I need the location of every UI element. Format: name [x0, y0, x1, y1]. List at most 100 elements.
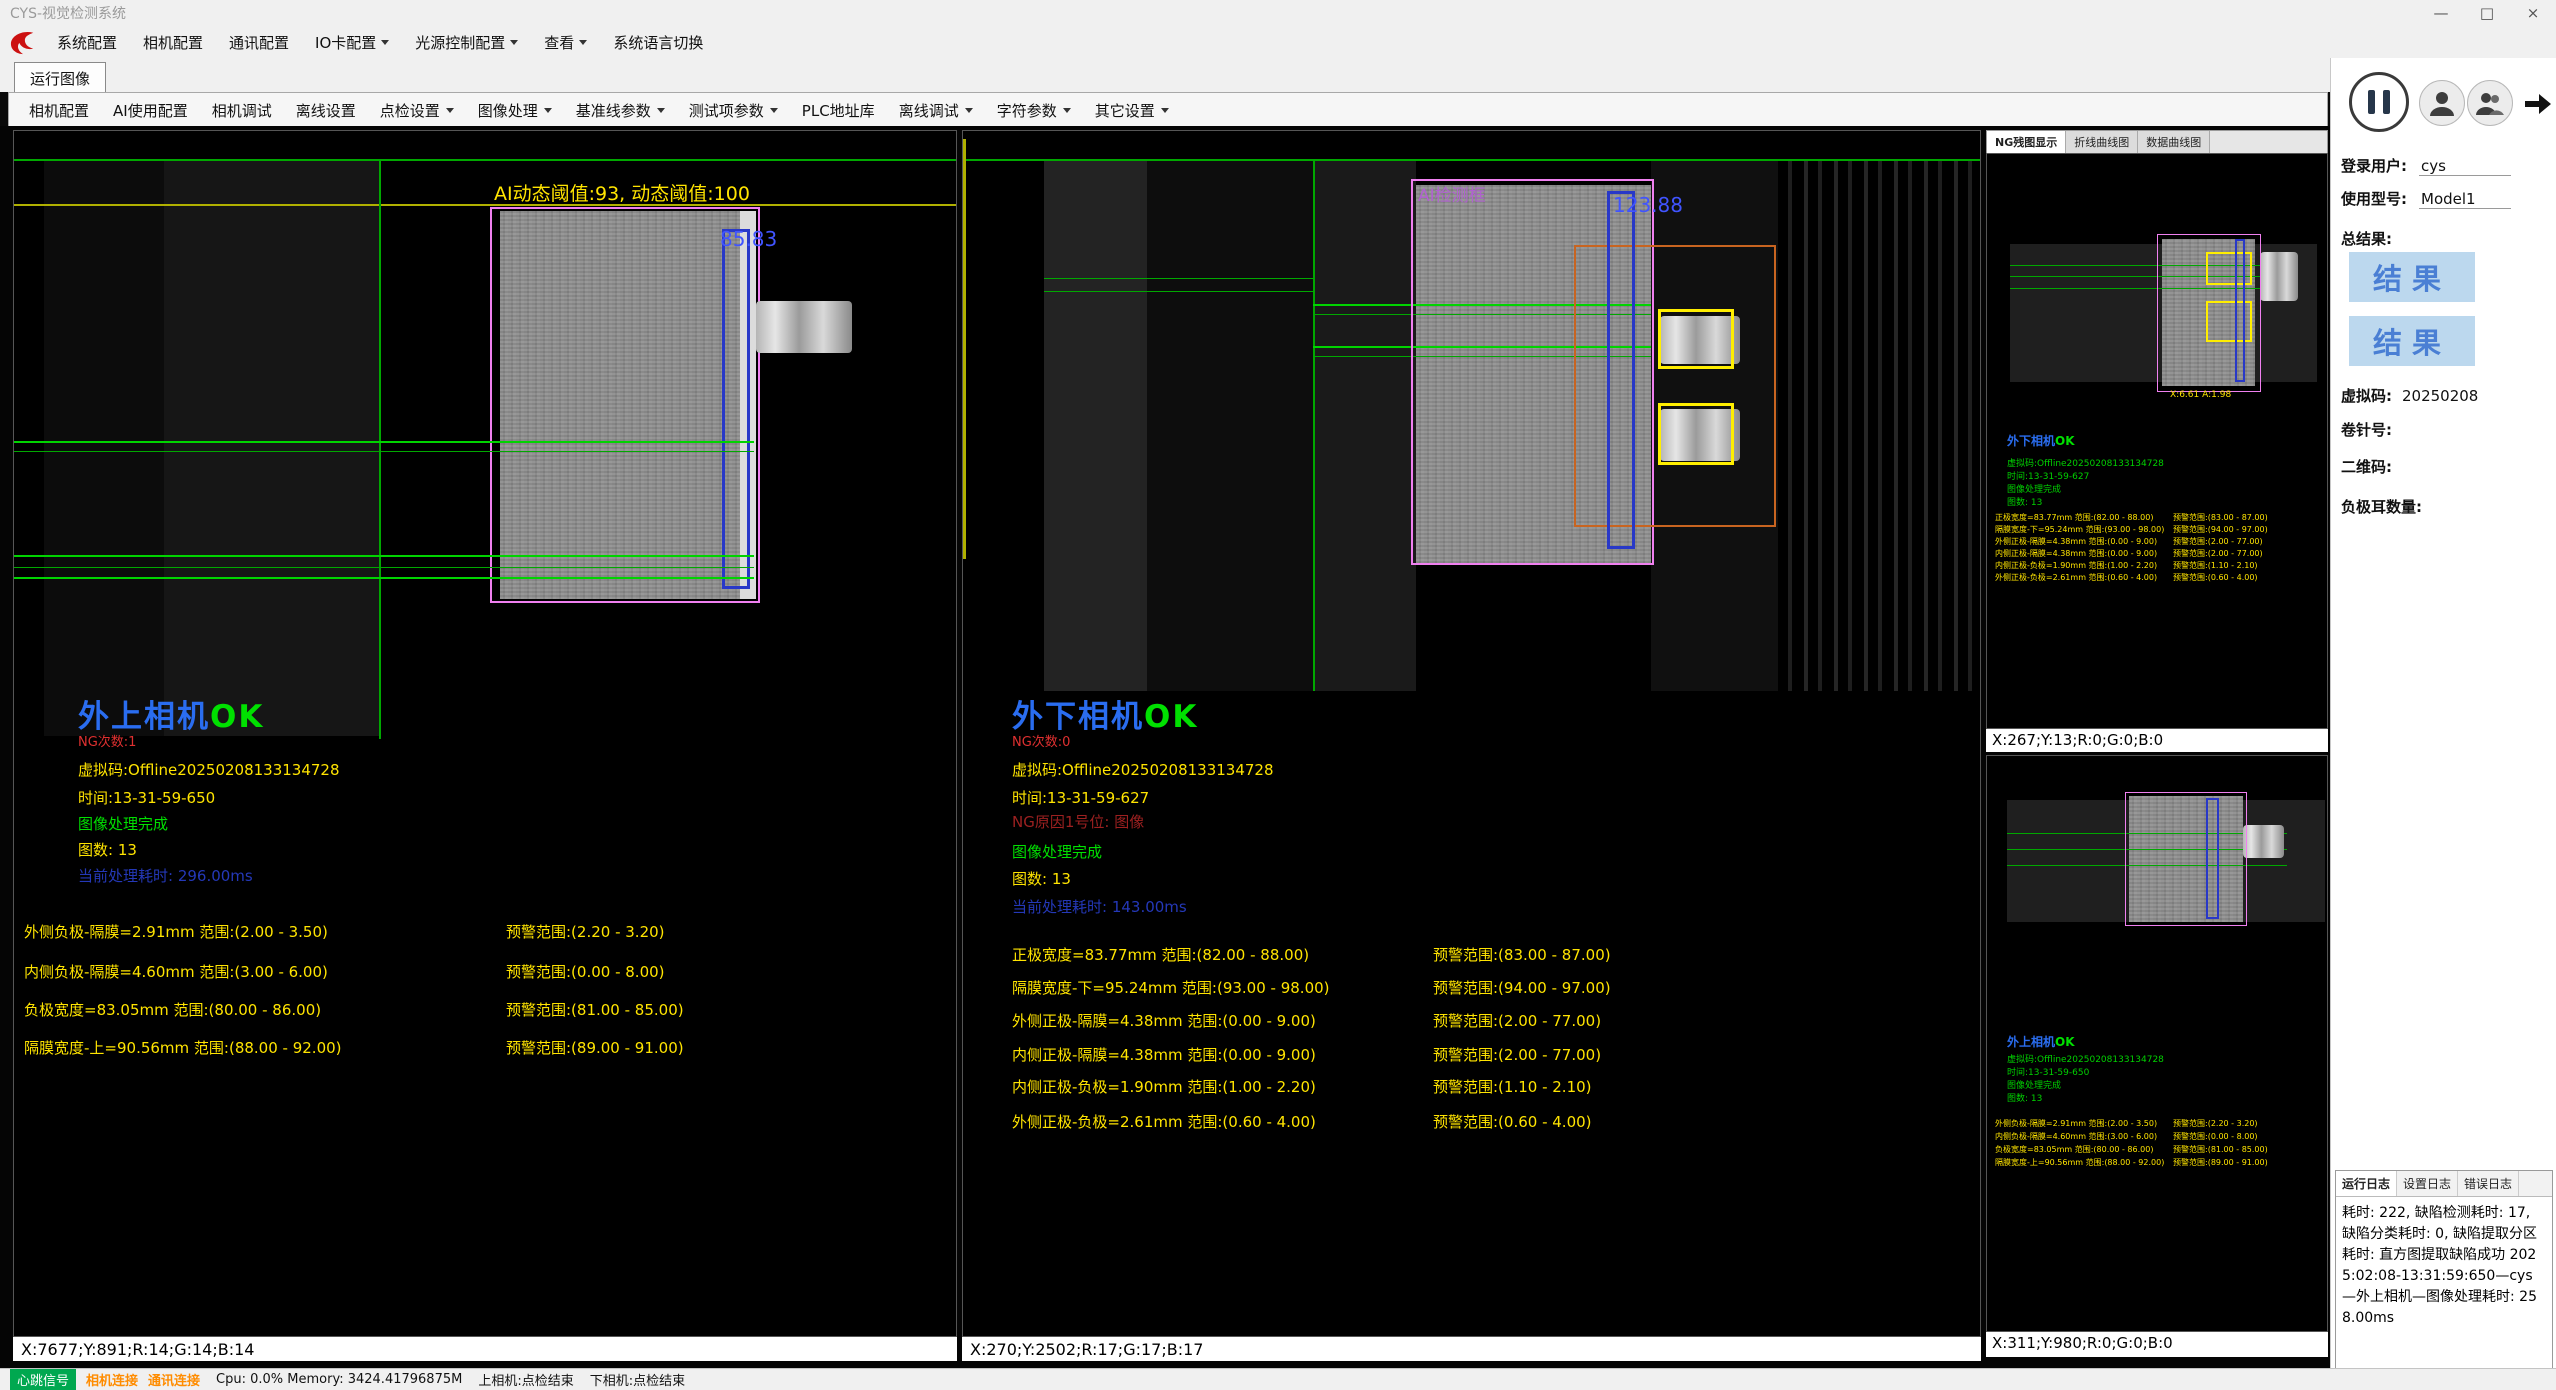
frame-count-label: 图数: 13	[1012, 868, 1071, 889]
tab-run-image[interactable]: 运行图像	[14, 62, 106, 95]
result-panel: 登录用户:cys 使用型号:Model1 总结果: 结果 结果 虚拟码:2025…	[2330, 58, 2556, 1368]
measurement-warning: 预警范围:(0.00 - 8.00)	[506, 961, 665, 982]
tool-plc-address-lib[interactable]: PLC地址库	[790, 100, 887, 121]
dropdown-caret-icon	[381, 40, 389, 45]
camera-name: 外上相机	[78, 699, 210, 735]
close-button[interactable]: ×	[2510, 0, 2556, 26]
thumb-measure-row: 内侧正极-隔膜=4.38mm 范围:(0.00 - 9.00)预警范围:(2.0…	[1987, 548, 2327, 559]
thumb-measure-row: 负极宽度=83.05mm 范围:(80.00 - 86.00)预警范围:(81.…	[1987, 1144, 2327, 1155]
login-user-value: cys	[2419, 157, 2511, 176]
measurement-warning: 预警范围:(94.00 - 97.00)	[2173, 524, 2268, 535]
tool-camera-config[interactable]: 相机配置	[17, 100, 101, 121]
virtual-code-label: 虚拟码:	[2341, 387, 2392, 405]
menu-item-view[interactable]: 查看	[531, 26, 600, 58]
tool-offline-settings[interactable]: 离线设置	[284, 100, 368, 121]
measurement-value: 负极宽度=83.05mm 范围:(80.00 - 86.00)	[1995, 1144, 2153, 1155]
measurement-warning: 预警范围:(1.10 - 2.10)	[2173, 560, 2258, 571]
green-measure-hline	[14, 555, 754, 557]
model-label: 使用型号:	[2341, 190, 2407, 208]
tool-image-processing[interactable]: 图像处理	[466, 100, 564, 121]
thumb-info-line: 图数: 13	[2007, 1091, 2042, 1104]
camera-view-lower[interactable]: AI检测框 123.88 外下相机OK NG次数:0 虚拟码:Offline20…	[962, 130, 1981, 1337]
next-arrow-icon[interactable]	[2523, 90, 2553, 118]
ng-thumbnail-lower[interactable]: X:6.61 A:1.98 外下相机OK 虚拟码:Offline20250208…	[1986, 153, 2328, 729]
thumb-measure-row: 内侧负极-隔膜=4.60mm 范围:(3.00 - 6.00)预警范围:(0.0…	[1987, 1131, 2327, 1142]
green-measure-hline	[14, 577, 754, 579]
tool-label: 图像处理	[478, 100, 538, 121]
tab-ng-image-display[interactable]: NG残图显示	[1987, 131, 2066, 153]
tab-count-row: 负极耳数量:	[2341, 496, 2422, 517]
menu-item-system-config[interactable]: 系统配置	[44, 26, 130, 58]
tab-settings-log[interactable]: 设置日志	[2397, 1171, 2458, 1196]
green-measure-hline	[1044, 291, 1313, 292]
camera-result: OK	[2055, 434, 2075, 448]
camera-view-upper[interactable]: AI动态阈值:93, 动态阈值:100 85.83 外上相机OK NG次数:1 …	[13, 130, 957, 1337]
image-striped-band	[1778, 161, 1981, 691]
dropdown-caret-icon	[1161, 108, 1169, 113]
menu-item-light-control-config[interactable]: 光源控制配置	[402, 26, 531, 58]
ai-detect-box-label: AI检测框	[1418, 181, 1486, 206]
camera-lower-cursor-status: X:270;Y:2502;R:17;G:17;B:17	[962, 1337, 1981, 1361]
measurement-warning: 预警范围:(89.00 - 91.00)	[2173, 1157, 2268, 1168]
camera-upper-cursor-status: X:7677;Y:891;R:14;G:14;B:14	[13, 1337, 957, 1361]
ng-thumbnail-upper[interactable]: 外上相机OK 虚拟码:Offline20250208133134728 时间:1…	[1986, 755, 2328, 1332]
tool-offline-debug[interactable]: 离线调试	[887, 100, 985, 121]
tab-error-log[interactable]: 错误日志	[2458, 1171, 2519, 1196]
tool-other-settings[interactable]: 其它设置	[1083, 100, 1181, 121]
camera-result: OK	[210, 699, 264, 735]
image-band	[1147, 161, 1313, 691]
pause-icon	[2383, 90, 2390, 114]
thumb-coord-label: X:6.61 A:1.98	[2170, 390, 2231, 400]
tab-line-curve-chart[interactable]: 折线曲线图	[2066, 131, 2138, 153]
measurement-value: 隔膜宽度-上=90.56mm 范围:(88.00 - 92.00)	[1995, 1157, 2164, 1168]
view-tab-row: 运行图像	[0, 58, 2556, 92]
thumb-info-line: 时间:13-31-59-627	[2007, 469, 2089, 482]
tool-baseline-params[interactable]: 基准线参数	[564, 100, 677, 121]
tab-count-label: 负极耳数量:	[2341, 498, 2422, 516]
measurement-warning: 预警范围:(0.00 - 8.00)	[2173, 1131, 2258, 1142]
pink-roi-box	[2125, 792, 2247, 926]
measurement-value: 内侧正极-负极=1.90mm 范围:(1.00 - 2.20)	[1012, 1076, 1316, 1097]
log-tabs: 运行日志 设置日志 错误日志	[2336, 1171, 2552, 1197]
measurement-row: 内侧正极-隔膜=4.38mm 范围:(0.00 - 9.00) 预警范围:(2.…	[963, 1044, 1980, 1064]
cpu-memory-status: Cpu: 0.0% Memory: 3424.41796875M	[216, 1372, 462, 1387]
thumb-info-line: 虚拟码:Offline20250208133134728	[2007, 1052, 2164, 1065]
menu-item-comm-config[interactable]: 通讯配置	[216, 26, 302, 58]
process-done-label: 图像处理完成	[78, 813, 168, 834]
measurement-value: 外侧正极-负极=2.61mm 范围:(0.60 - 4.00)	[1995, 572, 2157, 583]
menu-item-camera-config[interactable]: 相机配置	[130, 26, 216, 58]
camera-result: OK	[1144, 699, 1198, 735]
measurement-warning: 预警范围:(83.00 - 87.00)	[1433, 944, 1611, 965]
ai-threshold-label: AI动态阈值:93, 动态阈值:100	[494, 179, 750, 206]
tool-ai-usage-config[interactable]: AI使用配置	[101, 100, 200, 121]
virtual-code-label: 虚拟码:Offline20250208133134728	[1012, 759, 1274, 780]
measurement-value: 正极宽度=83.77mm 范围:(82.00 - 88.00)	[1012, 944, 1309, 965]
measurement-value: 外侧正极-隔膜=4.38mm 范围:(0.00 - 9.00)	[1995, 536, 2157, 547]
total-result-row: 总结果:	[2341, 228, 2392, 249]
metal-tab	[2260, 252, 2298, 301]
menu-bar: 系统配置 相机配置 通讯配置 IO卡配置 光源控制配置 查看 系统语言切换	[0, 26, 2556, 58]
menu-item-language-switch[interactable]: 系统语言切换	[600, 26, 716, 58]
thumb-info-line: 虚拟码:Offline20250208133134728	[2007, 456, 2164, 469]
menu-item-io-card-config[interactable]: IO卡配置	[302, 26, 402, 58]
tab-data-curve-chart[interactable]: 数据曲线图	[2138, 131, 2210, 153]
tab-run-log[interactable]: 运行日志	[2336, 1171, 2397, 1196]
image-band	[1044, 161, 1147, 691]
log-panel: 运行日志 设置日志 错误日志 耗时: 222, 缺陷检测耗时: 17, 缺陷分类…	[2335, 1170, 2553, 1382]
camera-name: 外下相机	[1012, 699, 1144, 735]
tool-label: 测试项参数	[689, 100, 764, 121]
users-button[interactable]	[2467, 80, 2513, 126]
minimize-button[interactable]: —	[2418, 0, 2464, 26]
maximize-button[interactable]: □	[2464, 0, 2510, 26]
tool-test-item-params[interactable]: 测试项参数	[677, 100, 790, 121]
tool-camera-debug[interactable]: 相机调试	[200, 100, 284, 121]
dropdown-caret-icon	[965, 108, 973, 113]
tool-char-params[interactable]: 字符参数	[985, 100, 1083, 121]
measurement-warning: 预警范围:(81.00 - 85.00)	[506, 999, 684, 1020]
user-button[interactable]	[2419, 80, 2465, 126]
tool-spot-check-settings[interactable]: 点检设置	[368, 100, 466, 121]
pause-button[interactable]	[2349, 72, 2409, 132]
metal-tab	[2243, 825, 2284, 858]
users-icon	[2475, 90, 2505, 116]
ng-count-label: NG次数:0	[1012, 731, 1070, 750]
